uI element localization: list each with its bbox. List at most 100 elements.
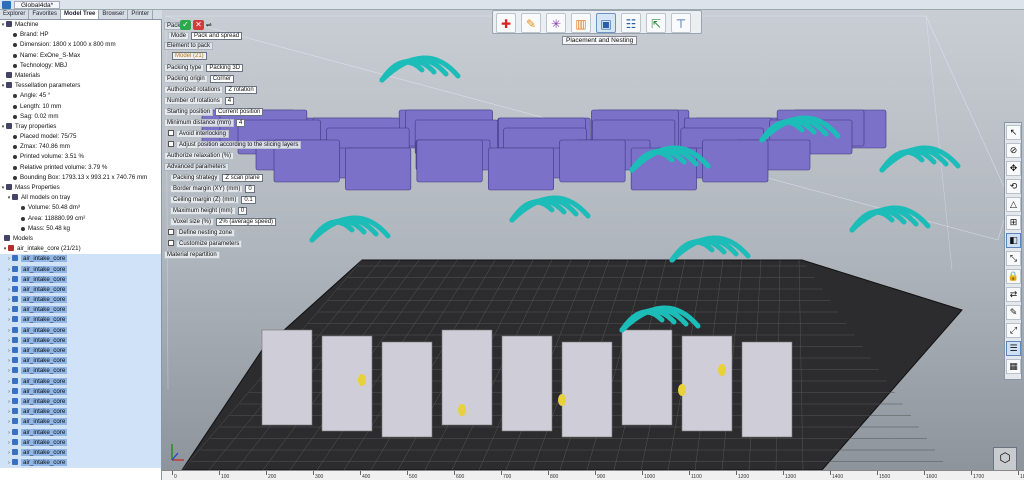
tab-printer[interactable]: Printer — [128, 10, 154, 19]
tree-machine[interactable]: ▾ Machine — [0, 20, 161, 30]
model-icon — [12, 306, 18, 313]
strategy-select[interactable]: Z scan plane — [222, 174, 263, 182]
num-rot-input[interactable]: 4 — [224, 97, 235, 105]
model-list-item[interactable]: › air_intake_core — [0, 346, 161, 357]
tree-label: Volume: 50.48 dm³ — [28, 204, 80, 212]
model-list-item[interactable]: › air_intake_core — [0, 437, 161, 448]
min-dist-input[interactable]: 4 — [236, 119, 246, 127]
nesting-icon[interactable]: ▣ — [596, 13, 616, 33]
model-list-item[interactable]: › air_intake_core — [0, 264, 161, 275]
ruler-label: 800 — [550, 474, 559, 480]
border-input[interactable]: 0 — [245, 185, 255, 193]
model-list-item[interactable]: › air_intake_core — [0, 284, 161, 296]
auth-rot-select[interactable]: Z rotation — [225, 86, 257, 94]
model-list-item[interactable]: › air_intake_core — [0, 376, 161, 387]
no-entry-icon[interactable]: ⊘ — [1006, 143, 1021, 158]
advanced-label[interactable]: Advanced parameters — [164, 163, 229, 171]
sparkle-icon[interactable]: ✳ — [546, 13, 566, 33]
ceiling-input[interactable]: 0.1 — [241, 196, 256, 204]
model-list-item[interactable]: › air_intake_core — [0, 356, 161, 367]
snap-icon[interactable]: ⤡ — [1006, 251, 1021, 266]
model-list-item[interactable]: › air_intake_core — [0, 427, 161, 438]
model-label: air_intake_core — [21, 347, 68, 354]
export-icon[interactable]: ⇱ — [646, 13, 666, 33]
model-tree: ▾ Machine Brand: HP Dimension: 1800 x 100… — [0, 20, 162, 480]
chart-icon[interactable]: ▦ — [1006, 359, 1021, 374]
mode-label: Mode — [168, 32, 190, 40]
tab-model-tree[interactable]: Model Tree — [61, 10, 100, 19]
tab-explorer[interactable]: Explorer — [0, 10, 30, 19]
add-icon[interactable]: ✚ — [496, 13, 516, 33]
cursor-icon[interactable]: ↖ — [1006, 125, 1021, 140]
model-list-item[interactable]: › air_intake_core — [0, 295, 161, 306]
tree-item: Mass: 50.48 kg — [0, 224, 161, 234]
ok-button[interactable]: ✓ — [180, 20, 191, 30]
tree-model-group[interactable]: ▾ air_intake_core (21/21) — [0, 244, 161, 254]
bullet-icon — [13, 114, 17, 119]
swap-icon[interactable]: ⇄ — [1006, 287, 1021, 302]
model-list-item[interactable]: › air_intake_core — [0, 315, 161, 326]
tree-mass[interactable]: ▾ Mass Properties — [0, 183, 161, 193]
move-icon[interactable]: ✥ — [1006, 161, 1021, 176]
model-label: air_intake_core — [21, 428, 68, 436]
tree-tray[interactable]: ▾ Tray properties — [0, 122, 161, 132]
model-list-item[interactable]: › air_intake_core — [0, 458, 161, 469]
support-icon[interactable]: ⊤ — [671, 13, 691, 33]
viewport-3d[interactable] — [162, 10, 1024, 470]
measure-icon[interactable]: △ — [1006, 197, 1021, 212]
adjust-checkbox[interactable] — [168, 141, 174, 147]
model-list-item[interactable]: › air_intake_core — [0, 305, 161, 316]
model-list-item[interactable]: › air_intake_core — [0, 447, 161, 459]
tree-tessellation[interactable]: ▾ Tessellation parameters — [0, 81, 161, 91]
tab-browser[interactable]: Browser — [99, 10, 129, 19]
bar-chart-icon[interactable]: ▥ — [571, 13, 591, 33]
avoid-checkbox[interactable] — [168, 130, 174, 136]
model-list-item[interactable]: › air_intake_core — [0, 325, 161, 336]
model-list-item[interactable]: › air_intake_core — [0, 386, 161, 397]
model-list-item[interactable]: › air_intake_core — [0, 366, 161, 377]
model-list-item[interactable]: › air_intake_core — [0, 335, 161, 346]
relax-label[interactable]: Authorize relaxation (%) — [164, 152, 235, 160]
tree-item: Sag: 0.02 mm — [0, 112, 161, 122]
ruler-tick — [407, 471, 408, 475]
model-list-item[interactable]: › air_intake_core — [0, 417, 161, 428]
tree-materials[interactable]: Materials — [0, 71, 161, 81]
view-cube-icon[interactable]: ⬡ — [993, 447, 1017, 471]
orient-icon[interactable]: ⊞ — [1006, 215, 1021, 230]
pin-icon[interactable]: ⇌ — [206, 22, 212, 29]
maxh-input[interactable]: 0 — [237, 207, 248, 215]
section-icon[interactable]: ◧ — [1006, 233, 1021, 248]
model-list-item[interactable]: › air_intake_core — [0, 396, 161, 408]
num-rot-row: Number of rotations 4 — [164, 97, 235, 106]
scene-render — [165, 15, 1011, 470]
customize-checkbox[interactable] — [168, 240, 174, 246]
wrench-icon[interactable]: ✎ — [521, 13, 541, 33]
adjust-label: Adjust position according to the slicing… — [176, 141, 302, 149]
start-pos-select[interactable]: Current position — [215, 108, 264, 116]
model-list-item[interactable]: › air_intake_core — [0, 274, 161, 285]
packing-type-select[interactable]: Packing 3D — [206, 64, 244, 72]
rescale-icon[interactable]: ⤢ — [1006, 323, 1021, 338]
tree-models[interactable]: Models — [0, 234, 161, 244]
paint-icon[interactable]: ✎ — [1006, 305, 1021, 320]
layers-icon[interactable]: ☰ — [1006, 341, 1021, 356]
model-list-item[interactable]: › air_intake_core — [0, 407, 161, 418]
repartition-label[interactable]: Material repartition — [164, 251, 220, 259]
lock-icon[interactable]: 🔒 — [1006, 269, 1021, 284]
document-tab[interactable]: Global4da* — [14, 1, 61, 9]
min-dist-row: Minimum distance (mm) 4 — [164, 119, 246, 128]
voxel-select[interactable]: 2% (average speed) — [216, 218, 277, 226]
cancel-button[interactable]: ✕ — [192, 20, 204, 30]
element-value[interactable]: Model (21) — [172, 52, 207, 60]
layout-icon[interactable]: ☷ — [621, 13, 641, 33]
rotate-icon[interactable]: ⟲ — [1006, 179, 1021, 194]
nesting-checkbox[interactable] — [168, 229, 174, 235]
model-list-item[interactable]: › air_intake_core — [0, 254, 161, 265]
ruler-label: 600 — [456, 474, 465, 480]
tree-label: Angle: 45 ° — [20, 92, 51, 100]
tray-icon — [6, 122, 12, 129]
mode-select[interactable]: Pack and spread — [191, 32, 243, 40]
tree-all-models[interactable]: ▾ All models on tray — [0, 193, 161, 203]
packing-origin-select[interactable]: Corner — [209, 75, 235, 83]
tab-favorites[interactable]: Favorites — [29, 10, 62, 19]
